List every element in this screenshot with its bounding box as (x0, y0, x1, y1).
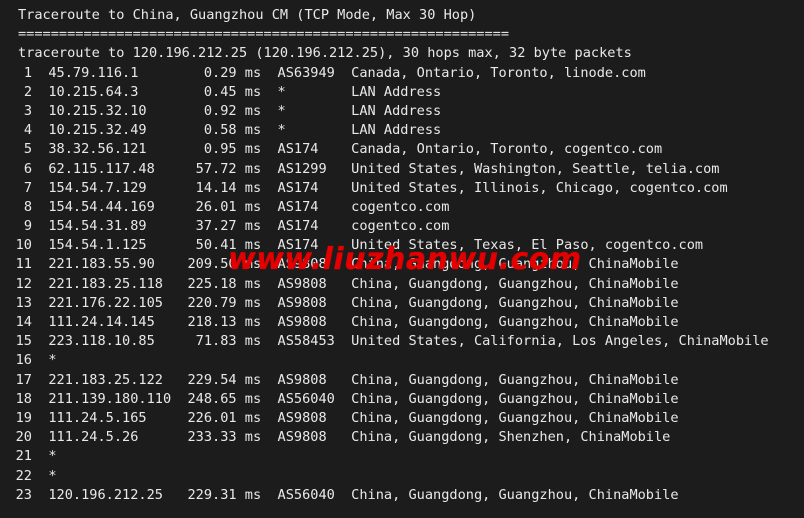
hop-row: 16 * (0, 351, 804, 370)
separator-rule: ========================================… (18, 26, 510, 43)
hop-detail: 211.139.180.110 248.65 ms AS56040 China,… (32, 390, 679, 407)
hop-detail: 221.183.25.122 229.54 ms AS9808 China, G… (32, 371, 679, 388)
hop-number: 14 (15, 314, 32, 330)
hop-row: 22 * (0, 467, 804, 486)
hop-detail: 45.79.116.1 0.29 ms AS63949 Canada, Onta… (32, 64, 646, 81)
hop-row: 7 154.54.7.129 14.14 ms AS174 United Sta… (0, 179, 804, 198)
hop-number: 20 (15, 429, 32, 446)
hop-detail: * (32, 467, 57, 484)
hop-number: 9 (23, 218, 32, 235)
terminal-window: Traceroute to China, Guangzhou CM (TCP M… (0, 0, 804, 518)
hop-number: 7 (23, 179, 32, 196)
hop-detail: 10.215.32.49 0.58 ms * LAN Address (32, 122, 442, 139)
hop-row: 14 111.24.14.145 218.13 ms AS9808 China,… (0, 313, 804, 332)
hop-row: 18 211.139.180.110 248.65 ms AS56040 Chi… (0, 390, 804, 409)
hop-number: 21 (15, 448, 32, 465)
hop-detail: 111.24.5.26 233.33 ms AS9808 China, Guan… (32, 429, 671, 446)
hop-number: 8 (23, 198, 32, 215)
hop-number: 6 (23, 160, 32, 177)
hop-detail: 38.32.56.121 0.95 ms AS174 Canada, Ontar… (32, 141, 663, 158)
hop-number: 18 (15, 390, 32, 407)
hop-number: 5 (23, 141, 32, 158)
hop-row: 6 62.115.117.48 57.72 ms AS1299 United S… (0, 160, 804, 179)
hop-row: 13 221.176.22.105 220.79 ms AS9808 China… (0, 294, 804, 313)
hop-number: 2 (23, 83, 32, 100)
hop-detail: * (32, 448, 57, 465)
hop-detail: 221.183.25.118 225.18 ms AS9808 China, G… (32, 275, 679, 292)
hop-number: 22 (15, 467, 32, 484)
hop-detail: 10.215.32.10 0.92 ms * LAN Address (32, 102, 442, 119)
hop-number: 4 (23, 122, 32, 139)
hop-detail: * (32, 352, 57, 369)
traceroute-summary: traceroute to 120.196.212.25 (120.196.21… (18, 45, 632, 62)
hop-row: 1 45.79.116.1 0.29 ms AS63949 Canada, On… (0, 64, 804, 83)
hop-row: 10 154.54.1.125 50.41 ms AS174 United St… (0, 236, 804, 255)
hop-detail: 111.24.14.145 218.13 ms AS9808 China, Gu… (32, 314, 679, 330)
hop-row: 19 111.24.5.165 226.01 ms AS9808 China, … (0, 409, 804, 428)
hop-list: 1 45.79.116.1 0.29 ms AS63949 Canada, On… (0, 64, 804, 505)
hop-row: 8 154.54.44.169 26.01 ms AS174 cogentco.… (0, 198, 804, 217)
hop-number: 12 (15, 275, 32, 292)
hop-number: 15 (15, 333, 32, 350)
hop-number: 10 (15, 237, 32, 254)
hop-detail: 154.54.1.125 50.41 ms AS174 United State… (32, 237, 704, 254)
traceroute-title: Traceroute to China, Guangzhou CM (TCP M… (18, 7, 477, 23)
hop-detail: 221.176.22.105 220.79 ms AS9808 China, G… (32, 294, 679, 311)
hop-row: 23 120.196.212.25 229.31 ms AS56040 Chin… (0, 486, 804, 505)
hop-detail: 62.115.117.48 57.72 ms AS1299 United Sta… (32, 160, 720, 177)
hop-row: 12 221.183.25.118 225.18 ms AS9808 China… (0, 275, 804, 294)
hop-number: 17 (15, 371, 32, 388)
hop-number: 3 (23, 102, 32, 119)
hop-row: 2 10.215.64.3 0.45 ms * LAN Address (0, 83, 804, 102)
hop-detail: 154.54.44.169 26.01 ms AS174 cogentco.co… (32, 198, 450, 215)
hop-number: 23 (15, 486, 32, 503)
hop-detail: 221.183.55.90 209.50 ms AS9808 China, Gu… (32, 256, 679, 273)
hop-detail: 154.54.31.89 37.27 ms AS174 cogentco.com (32, 218, 450, 235)
hop-row: 11 221.183.55.90 209.50 ms AS9808 China,… (0, 255, 804, 274)
hop-detail: 223.118.10.85 71.83 ms AS58453 United St… (32, 333, 769, 350)
hop-detail: 111.24.5.165 226.01 ms AS9808 China, Gua… (32, 409, 679, 426)
hop-row: 4 10.215.32.49 0.58 ms * LAN Address (0, 121, 804, 140)
hop-number: 11 (15, 256, 32, 273)
hop-row: 17 221.183.25.122 229.54 ms AS9808 China… (0, 371, 804, 390)
hop-row: 20 111.24.5.26 233.33 ms AS9808 China, G… (0, 428, 804, 447)
hop-number: 13 (15, 294, 32, 311)
hop-detail: 154.54.7.129 14.14 ms AS174 United State… (32, 179, 728, 196)
hop-row: 21 * (0, 447, 804, 466)
hop-number: 16 (15, 352, 32, 369)
hop-detail: 10.215.64.3 0.45 ms * LAN Address (32, 83, 442, 100)
hop-row: 3 10.215.32.10 0.92 ms * LAN Address (0, 102, 804, 121)
hop-number: 1 (23, 64, 32, 81)
hop-row: 15 223.118.10.85 71.83 ms AS58453 United… (0, 332, 804, 351)
hop-number: 19 (15, 409, 32, 426)
hop-row: 5 38.32.56.121 0.95 ms AS174 Canada, Ont… (0, 140, 804, 159)
hop-row: 9 154.54.31.89 37.27 ms AS174 cogentco.c… (0, 217, 804, 236)
hop-detail: 120.196.212.25 229.31 ms AS56040 China, … (32, 486, 679, 503)
